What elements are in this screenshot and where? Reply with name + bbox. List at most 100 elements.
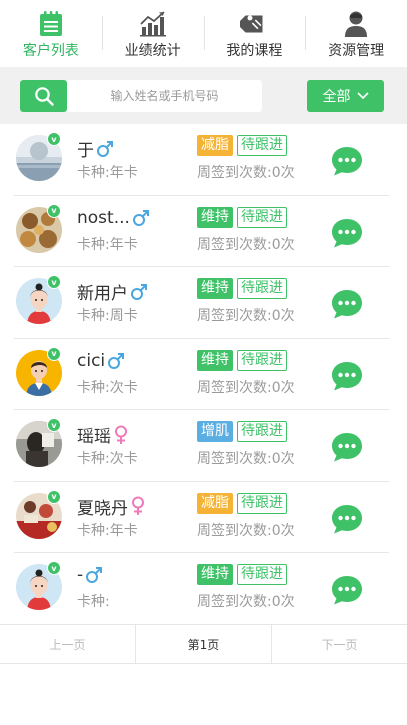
status-tag: 待跟进 (237, 349, 287, 371)
customer-name-line: 夏晓丹 (77, 494, 146, 519)
tag-group: 减脂 待跟进 (197, 135, 287, 156)
tab-label: 我的课程 (226, 43, 283, 59)
verified-badge-icon: v (47, 346, 61, 361)
weekly-checkins: 周签到次数:0次 (197, 236, 295, 253)
search-icon (34, 87, 54, 106)
tab-customer-list[interactable]: 客户列表 (0, 0, 102, 67)
customer-row[interactable]: v 于卡种:年卡 减脂 待跟进周签到次数:0次 (14, 124, 389, 196)
tab-label: 资源管理 (328, 43, 385, 59)
chat-bubble-icon[interactable] (330, 360, 364, 392)
customer-row[interactable]: v cici 卡种:次卡 维持 待跟进周签到次数:0次 (14, 339, 389, 410)
tag-group: 增肌 待跟进 (197, 421, 287, 442)
customer-row[interactable]: v 新用户卡种:周卡 维持 待跟进周签到次数:0次 (14, 267, 389, 339)
customer-name: 夏晓丹 (77, 498, 128, 519)
pagination: 上一页 第1页 下一页 (0, 624, 407, 664)
status-tag: 待跟进 (237, 564, 287, 585)
chat-bubble-icon[interactable] (330, 431, 364, 463)
customer-name: cici (77, 350, 106, 371)
weekly-checkins: 周签到次数:0次 (197, 522, 295, 539)
tab-performance-stats[interactable]: 业绩统计 (101, 0, 204, 67)
card-type: 卡种: (77, 594, 110, 610)
customer-name-line: cici (77, 351, 125, 371)
male-icon (96, 140, 114, 158)
tag-group: 减脂 待跟进 (197, 492, 287, 514)
male-icon (85, 566, 103, 584)
goal-tag: 维持 (197, 564, 233, 585)
customer-row[interactable]: v - 卡种: 维持 待跟进周签到次数:0次 (14, 553, 389, 625)
card-type: 卡种:次卡 (77, 379, 138, 396)
chat-bubble-icon[interactable] (330, 503, 364, 535)
card-type: 卡种:年卡 (77, 522, 138, 539)
verified-badge-icon: v (47, 489, 61, 504)
weekly-checkins: 周签到次数:0次 (197, 379, 295, 396)
customer-name-line: 于 (77, 136, 114, 161)
search-box (20, 80, 262, 112)
customer-name-line: nost... (77, 208, 150, 228)
tab-my-courses[interactable]: 我的课程 (203, 0, 306, 67)
customer-name: 瑶瑶 (77, 427, 111, 447)
status-tag: 待跟进 (237, 206, 287, 228)
next-page-button[interactable]: 下一页 (271, 625, 407, 663)
goal-tag: 维持 (197, 278, 233, 299)
tab-resource-management[interactable]: 资源管理 (305, 0, 407, 67)
filter-label: 全部 (322, 89, 351, 105)
status-tag: 待跟进 (237, 421, 287, 442)
tag-group: 维持 待跟进 (197, 564, 287, 585)
goal-tag: 维持 (197, 206, 233, 228)
card-type: 卡种:次卡 (77, 451, 138, 467)
customer-row[interactable]: v nost... 卡种:年卡 维持 待跟进周签到次数:0次 (14, 196, 389, 267)
customer-name: nost... (77, 207, 130, 228)
current-page: 第1页 (135, 625, 271, 663)
status-tag: 待跟进 (237, 278, 287, 299)
customer-name: 于 (77, 141, 94, 161)
goal-tag: 维持 (197, 349, 233, 371)
chat-bubble-icon[interactable] (330, 145, 364, 177)
customer-list-icon (36, 10, 66, 38)
filter-dropdown[interactable]: 全部 (307, 80, 384, 112)
chat-bubble-icon[interactable] (330, 288, 364, 320)
tag-icon (239, 10, 269, 38)
verified-badge-icon: v (47, 275, 61, 289)
male-icon (132, 209, 150, 227)
tab-label: 业绩统计 (124, 43, 181, 59)
weekly-checkins: 周签到次数:0次 (197, 308, 295, 324)
card-type: 卡种:周卡 (77, 308, 138, 324)
customer-name-line: 新用户 (77, 279, 148, 304)
verified-badge-icon: v (47, 418, 61, 432)
customer-name: - (77, 565, 84, 585)
customer-row[interactable]: v 夏晓丹卡种:年卡 减脂 待跟进周签到次数:0次 (14, 482, 389, 553)
search-bar: 全部 (0, 67, 407, 124)
chat-bubble-icon[interactable] (330, 217, 364, 249)
customer-name-line: - (77, 565, 103, 585)
chevron-down-icon (356, 92, 369, 100)
tag-group: 维持 待跟进 (197, 206, 287, 228)
female-icon (113, 425, 129, 445)
verified-badge-icon: v (47, 561, 61, 575)
card-type: 卡种:年卡 (77, 236, 138, 253)
goal-tag: 减脂 (197, 492, 233, 514)
weekly-checkins: 周签到次数:0次 (197, 165, 295, 181)
prev-page-button[interactable]: 上一页 (0, 625, 135, 663)
male-icon (130, 283, 148, 301)
customer-name: 新用户 (77, 284, 128, 304)
bar-chart-icon (138, 10, 168, 38)
goal-tag: 减脂 (197, 135, 233, 156)
customer-row[interactable]: v 瑶瑶 卡种:次卡 增肌 待跟进 周签到次数:0次 (14, 410, 389, 482)
status-tag: 待跟进 (237, 135, 287, 156)
chat-bubble-icon[interactable] (330, 574, 364, 606)
status-tag: 待跟进 (237, 492, 287, 514)
verified-badge-icon: v (47, 132, 61, 146)
card-type: 卡种:年卡 (77, 165, 138, 181)
tag-group: 维持 待跟进 (197, 278, 287, 299)
top-tab-bar: 客户列表 业绩统计 我的课程 资源管理 (0, 0, 407, 67)
customer-list: v 于卡种:年卡 减脂 待跟进 周签到次数:0次 v nost... 卡种:年卡 维持 待跟进 周签… (0, 124, 407, 625)
customer-name-line: 瑶瑶 (77, 422, 129, 447)
tag-group: 维持 待跟进 (197, 349, 287, 371)
verified-badge-icon: v (47, 203, 61, 218)
user-icon (341, 10, 371, 38)
goal-tag: 增肌 (197, 421, 233, 442)
weekly-checkins: 周签到次数:0次 (197, 594, 295, 610)
tab-label: 客户列表 (22, 43, 79, 59)
search-button[interactable] (20, 80, 67, 112)
search-input[interactable] (67, 80, 262, 112)
